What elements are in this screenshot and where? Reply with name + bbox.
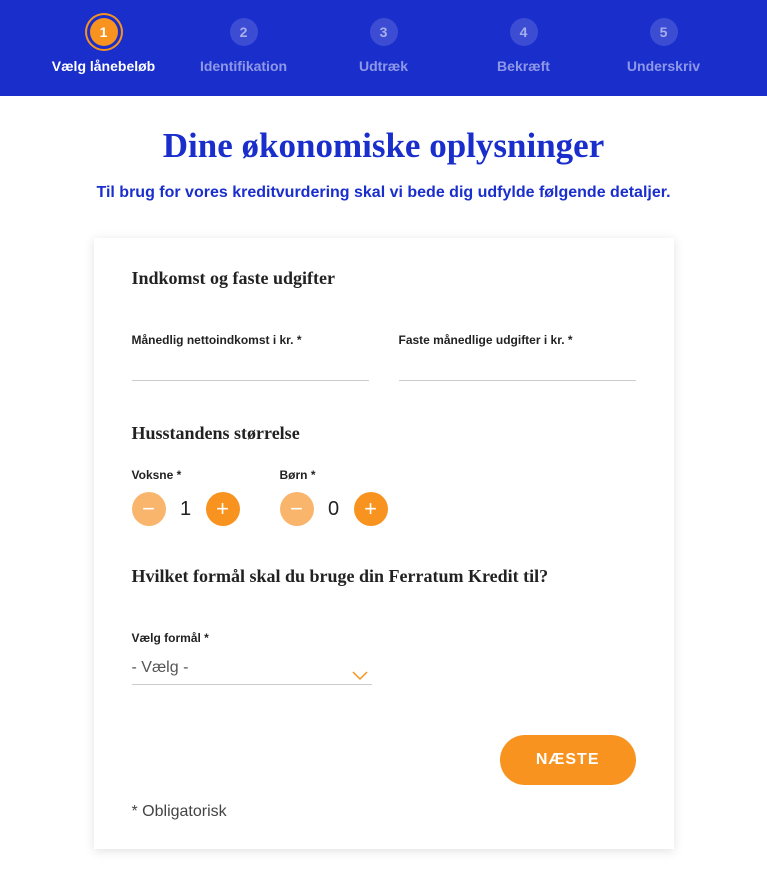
income-section-heading: Indkomst og faste udgifter xyxy=(132,268,636,289)
adults-decrement-button[interactable]: − xyxy=(132,492,166,526)
step-1[interactable]: 1 Vælg lånebeløb xyxy=(34,18,174,74)
step-2[interactable]: 2 Identifikation xyxy=(174,18,314,74)
purpose-select[interactable]: - Vælg - xyxy=(132,651,372,685)
step-circle-5: 5 xyxy=(650,18,678,46)
step-4[interactable]: 4 Bekræft xyxy=(454,18,594,74)
adults-stepper: Voksne * − 1 + xyxy=(132,468,240,526)
mandatory-note: * Obligatorisk xyxy=(132,803,227,821)
minus-icon: − xyxy=(290,496,303,522)
step-circle-1: 1 xyxy=(90,18,118,46)
step-circle-4: 4 xyxy=(510,18,538,46)
adults-label: Voksne * xyxy=(132,468,240,482)
children-label: Børn * xyxy=(280,468,388,482)
step-label-2: Identifikation xyxy=(200,58,287,74)
fixed-expenses-label: Faste månedlige udgifter i kr. * xyxy=(399,333,636,347)
page-subtitle: Til brug for vores kreditvurdering skal … xyxy=(40,184,727,202)
household-heading: Husstandens størrelse xyxy=(132,423,636,444)
step-3[interactable]: 3 Udtræk xyxy=(314,18,454,74)
adults-increment-button[interactable]: + xyxy=(206,492,240,526)
children-stepper: Børn * − 0 + xyxy=(280,468,388,526)
step-5[interactable]: 5 Underskriv xyxy=(594,18,734,74)
fixed-expenses-input[interactable] xyxy=(399,353,636,381)
step-circle-2: 2 xyxy=(230,18,258,46)
progress-stepper: 1 Vælg lånebeløb 2 Identifikation 3 Udtr… xyxy=(0,0,767,96)
form-card: Indkomst og faste udgifter Månedlig nett… xyxy=(94,238,674,849)
net-income-field: Månedlig nettoindkomst i kr. * xyxy=(132,333,369,381)
adults-value: 1 xyxy=(176,498,196,521)
net-income-label: Månedlig nettoindkomst i kr. * xyxy=(132,333,369,347)
step-circle-3: 3 xyxy=(370,18,398,46)
step-label-5: Underskriv xyxy=(627,58,700,74)
children-value: 0 xyxy=(324,498,344,521)
purpose-field-label: Vælg formål * xyxy=(132,631,636,645)
children-decrement-button[interactable]: − xyxy=(280,492,314,526)
step-label-3: Udtræk xyxy=(359,58,408,74)
step-label-4: Bekræft xyxy=(497,58,550,74)
children-increment-button[interactable]: + xyxy=(354,492,388,526)
net-income-input[interactable] xyxy=(132,353,369,381)
plus-icon: + xyxy=(364,496,377,522)
fixed-expenses-field: Faste månedlige udgifter i kr. * xyxy=(399,333,636,381)
next-button[interactable]: NÆSTE xyxy=(500,735,636,785)
purpose-heading: Hvilket formål skal du bruge din Ferratu… xyxy=(132,566,636,587)
page-title: Dine økonomiske oplysninger xyxy=(20,126,747,166)
step-label-1: Vælg lånebeløb xyxy=(52,58,155,74)
plus-icon: + xyxy=(216,496,229,522)
minus-icon: − xyxy=(142,496,155,522)
